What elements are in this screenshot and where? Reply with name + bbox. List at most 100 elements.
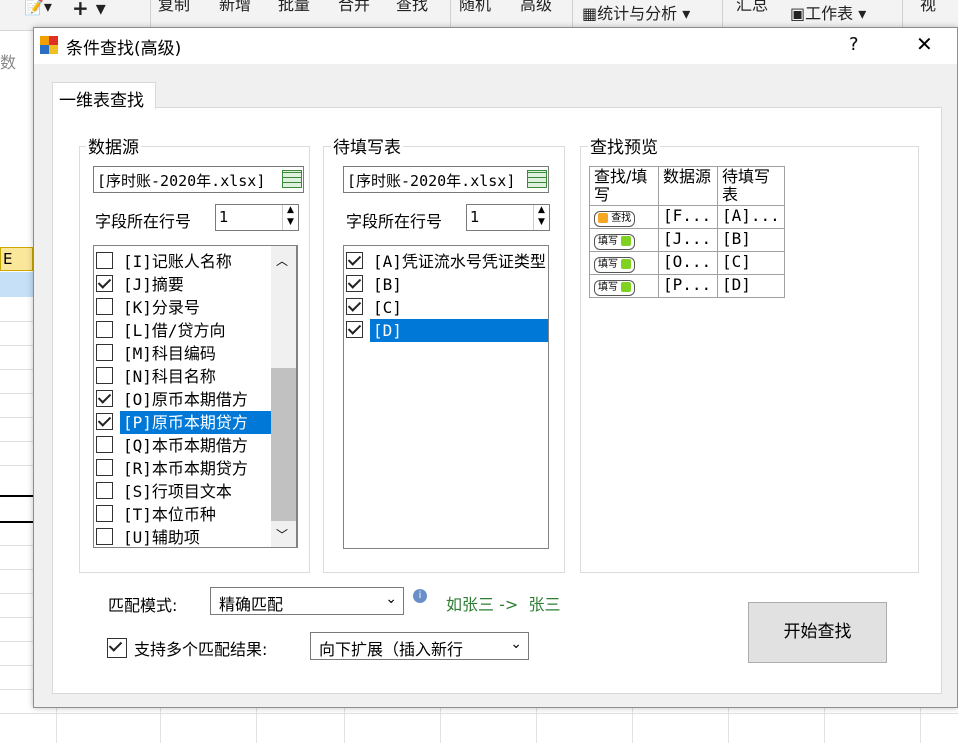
list-item[interactable]: [J]摘要 (94, 273, 297, 296)
list-item[interactable]: [N]科目名称 (94, 365, 297, 388)
list-item-checkbox[interactable] (96, 482, 113, 499)
list-item-checkbox[interactable] (96, 528, 113, 545)
list-item[interactable]: [I]记账人名称 (94, 250, 297, 273)
list-item-checkbox[interactable] (346, 298, 363, 315)
status-dot-icon (621, 236, 632, 246)
list-item-checkbox[interactable] (96, 367, 113, 384)
match-mode-select[interactable]: 精确匹配 ⌄ (210, 587, 404, 615)
ribbon-worksheet-label: 工作表 (805, 4, 854, 23)
source-scrollbar[interactable]: ︿ ﹀ (271, 245, 297, 548)
list-item-checkbox[interactable] (96, 459, 113, 476)
target-field-list[interactable]: [A]凭证流水号凭证类型 [B] [C] [D] (343, 245, 549, 549)
scroll-thumb[interactable] (271, 368, 296, 521)
list-item[interactable]: [B] (344, 273, 548, 296)
ribbon-advanced[interactable]: 高级 (520, 0, 552, 15)
source-field-list[interactable]: [I]记账人名称 [J]摘要 [K]分录号 [L]借/贷方向 [M]科目编码 [N]科目名… (93, 245, 298, 548)
spin-up-icon[interactable]: ▲ (533, 205, 549, 217)
list-item[interactable]: [D] (344, 319, 548, 342)
list-item-checkbox[interactable] (346, 252, 363, 269)
help-button[interactable]: ? (849, 34, 859, 55)
list-item[interactable]: [O]原币本期借方 (94, 388, 297, 411)
ribbon-summary[interactable]: 汇总 (736, 0, 768, 15)
list-item-checkbox[interactable] (96, 390, 113, 407)
ribbon-find[interactable]: 查找 (396, 0, 428, 15)
list-item[interactable]: [L]借/贷方向 (94, 319, 297, 342)
range-picker-icon[interactable] (527, 170, 547, 188)
list-item-label: [A]凭证流水号凭证类型 (373, 252, 546, 271)
list-item-label: [C] (373, 298, 402, 317)
tab-1d-find[interactable]: 一维表查找 (52, 82, 156, 111)
list-item-checkbox[interactable] (96, 252, 113, 269)
preview-table: 查找/填写 数据源 待填写表 查找 [F... [A]... 填写 [J... [B] 填… (589, 166, 785, 298)
preview-tag-text: 填写 (598, 259, 618, 270)
range-picker-icon[interactable] (282, 170, 302, 188)
add-icon[interactable]: + ▾ (72, 0, 106, 20)
column-header-e[interactable]: E (0, 247, 33, 271)
ribbon-new[interactable]: 新增 (219, 0, 251, 15)
target-file-field[interactable]: [序时账-2020年.xlsx] (343, 166, 549, 193)
ribbon-copy[interactable]: 复制 (158, 0, 190, 15)
spin-down-icon[interactable]: ▼ (533, 217, 549, 230)
preview-tag: 填写 (594, 234, 636, 250)
list-item-checkbox[interactable] (96, 436, 113, 453)
list-item-checkbox[interactable] (96, 344, 113, 361)
preview-header: 查找/填写 (589, 166, 659, 206)
list-item-label: [B] (373, 275, 402, 294)
list-item-checkbox[interactable] (96, 505, 113, 522)
list-item[interactable]: [U]辅助项 (94, 526, 297, 547)
start-find-button[interactable]: 开始查找 (748, 602, 887, 663)
list-item[interactable]: [R]本币本期贷方 (94, 457, 297, 480)
list-item[interactable]: [K]分录号 (94, 296, 297, 319)
match-mode-value: 精确匹配 (219, 595, 284, 614)
ribbon-merge[interactable]: 合并 (338, 0, 370, 15)
list-item[interactable]: [M]科目编码 (94, 342, 297, 365)
info-icon[interactable]: i (413, 589, 427, 603)
preview-tag: 填写 (594, 257, 636, 273)
list-item[interactable]: [T]本位币种 (94, 503, 297, 526)
ribbon-worksheet[interactable]: ▣工作表 ▾ (790, 0, 866, 24)
preview-tag-cell: 填写 (589, 228, 659, 252)
dialog-titlebar[interactable]: 条件查找(高级) ? ✕ (34, 28, 957, 64)
source-file-field[interactable]: [序时账-2020年.xlsx] (93, 166, 304, 193)
ribbon-view[interactable]: 视 (920, 0, 936, 15)
preview-tag-text: 查找 (611, 213, 632, 224)
scroll-up-icon[interactable]: ︿ (276, 252, 288, 269)
list-item-label: [T]本位币种 (123, 505, 216, 524)
preview-group-title: 查找预览 (588, 133, 660, 158)
scroll-down-icon[interactable]: ﹀ (276, 526, 288, 543)
preview-header-row: 查找/填写 数据源 待填写表 (589, 166, 785, 206)
source-row-value: 1 (219, 208, 229, 226)
preview-header: 数据源 (658, 166, 718, 206)
list-item[interactable]: [S]行项目文本 (94, 480, 297, 503)
ribbon-random[interactable]: 随机 (459, 0, 491, 15)
spin-up-icon[interactable]: ▲ (282, 205, 298, 217)
ribbon-stats[interactable]: ▦统计与分析 ▾ (582, 0, 690, 24)
list-item[interactable]: [Q]本币本期借方 (94, 434, 297, 457)
source-file-text: [序时账-2020年.xlsx] (97, 172, 266, 190)
list-item-checkbox[interactable] (96, 321, 113, 338)
ribbon-batch[interactable]: 批量 (278, 0, 310, 15)
list-item-checkbox[interactable] (346, 321, 363, 338)
list-item-label: [U]辅助项 (123, 528, 200, 547)
target-row-spinner[interactable]: 1 ▲ ▼ (466, 204, 550, 231)
list-item[interactable]: [A]凭证流水号凭证类型 (344, 250, 548, 273)
list-item[interactable]: [C] (344, 296, 548, 319)
list-item[interactable]: [P]原币本期贷方 (94, 411, 297, 434)
source-row-label: 字段所在行号 (95, 212, 192, 231)
spin-down-icon[interactable]: ▼ (282, 217, 298, 230)
multi-mode-select[interactable]: 向下扩展（插入新行 ⌄ (310, 632, 529, 660)
close-button[interactable]: ✕ (916, 32, 933, 56)
preview-tag: 填写 (594, 280, 636, 296)
selected-cell[interactable] (0, 272, 33, 297)
list-item-checkbox[interactable] (346, 275, 363, 292)
source-row-spinner[interactable]: 1 ▲ ▼ (215, 204, 299, 231)
multi-match-checkbox[interactable] (107, 638, 127, 658)
status-dot-icon (621, 282, 632, 292)
list-item-checkbox[interactable] (96, 413, 113, 430)
format-icon[interactable]: 📝▾ (24, 0, 52, 16)
list-item-checkbox[interactable] (96, 275, 113, 292)
conditional-find-dialog: 条件查找(高级) ? ✕ 一维表查找 数据源 [序时账-2020年.xlsx] … (33, 27, 958, 708)
tab-1d-find-label: 一维表查找 (59, 91, 144, 111)
checkbox-box[interactable] (107, 638, 127, 658)
list-item-checkbox[interactable] (96, 298, 113, 315)
